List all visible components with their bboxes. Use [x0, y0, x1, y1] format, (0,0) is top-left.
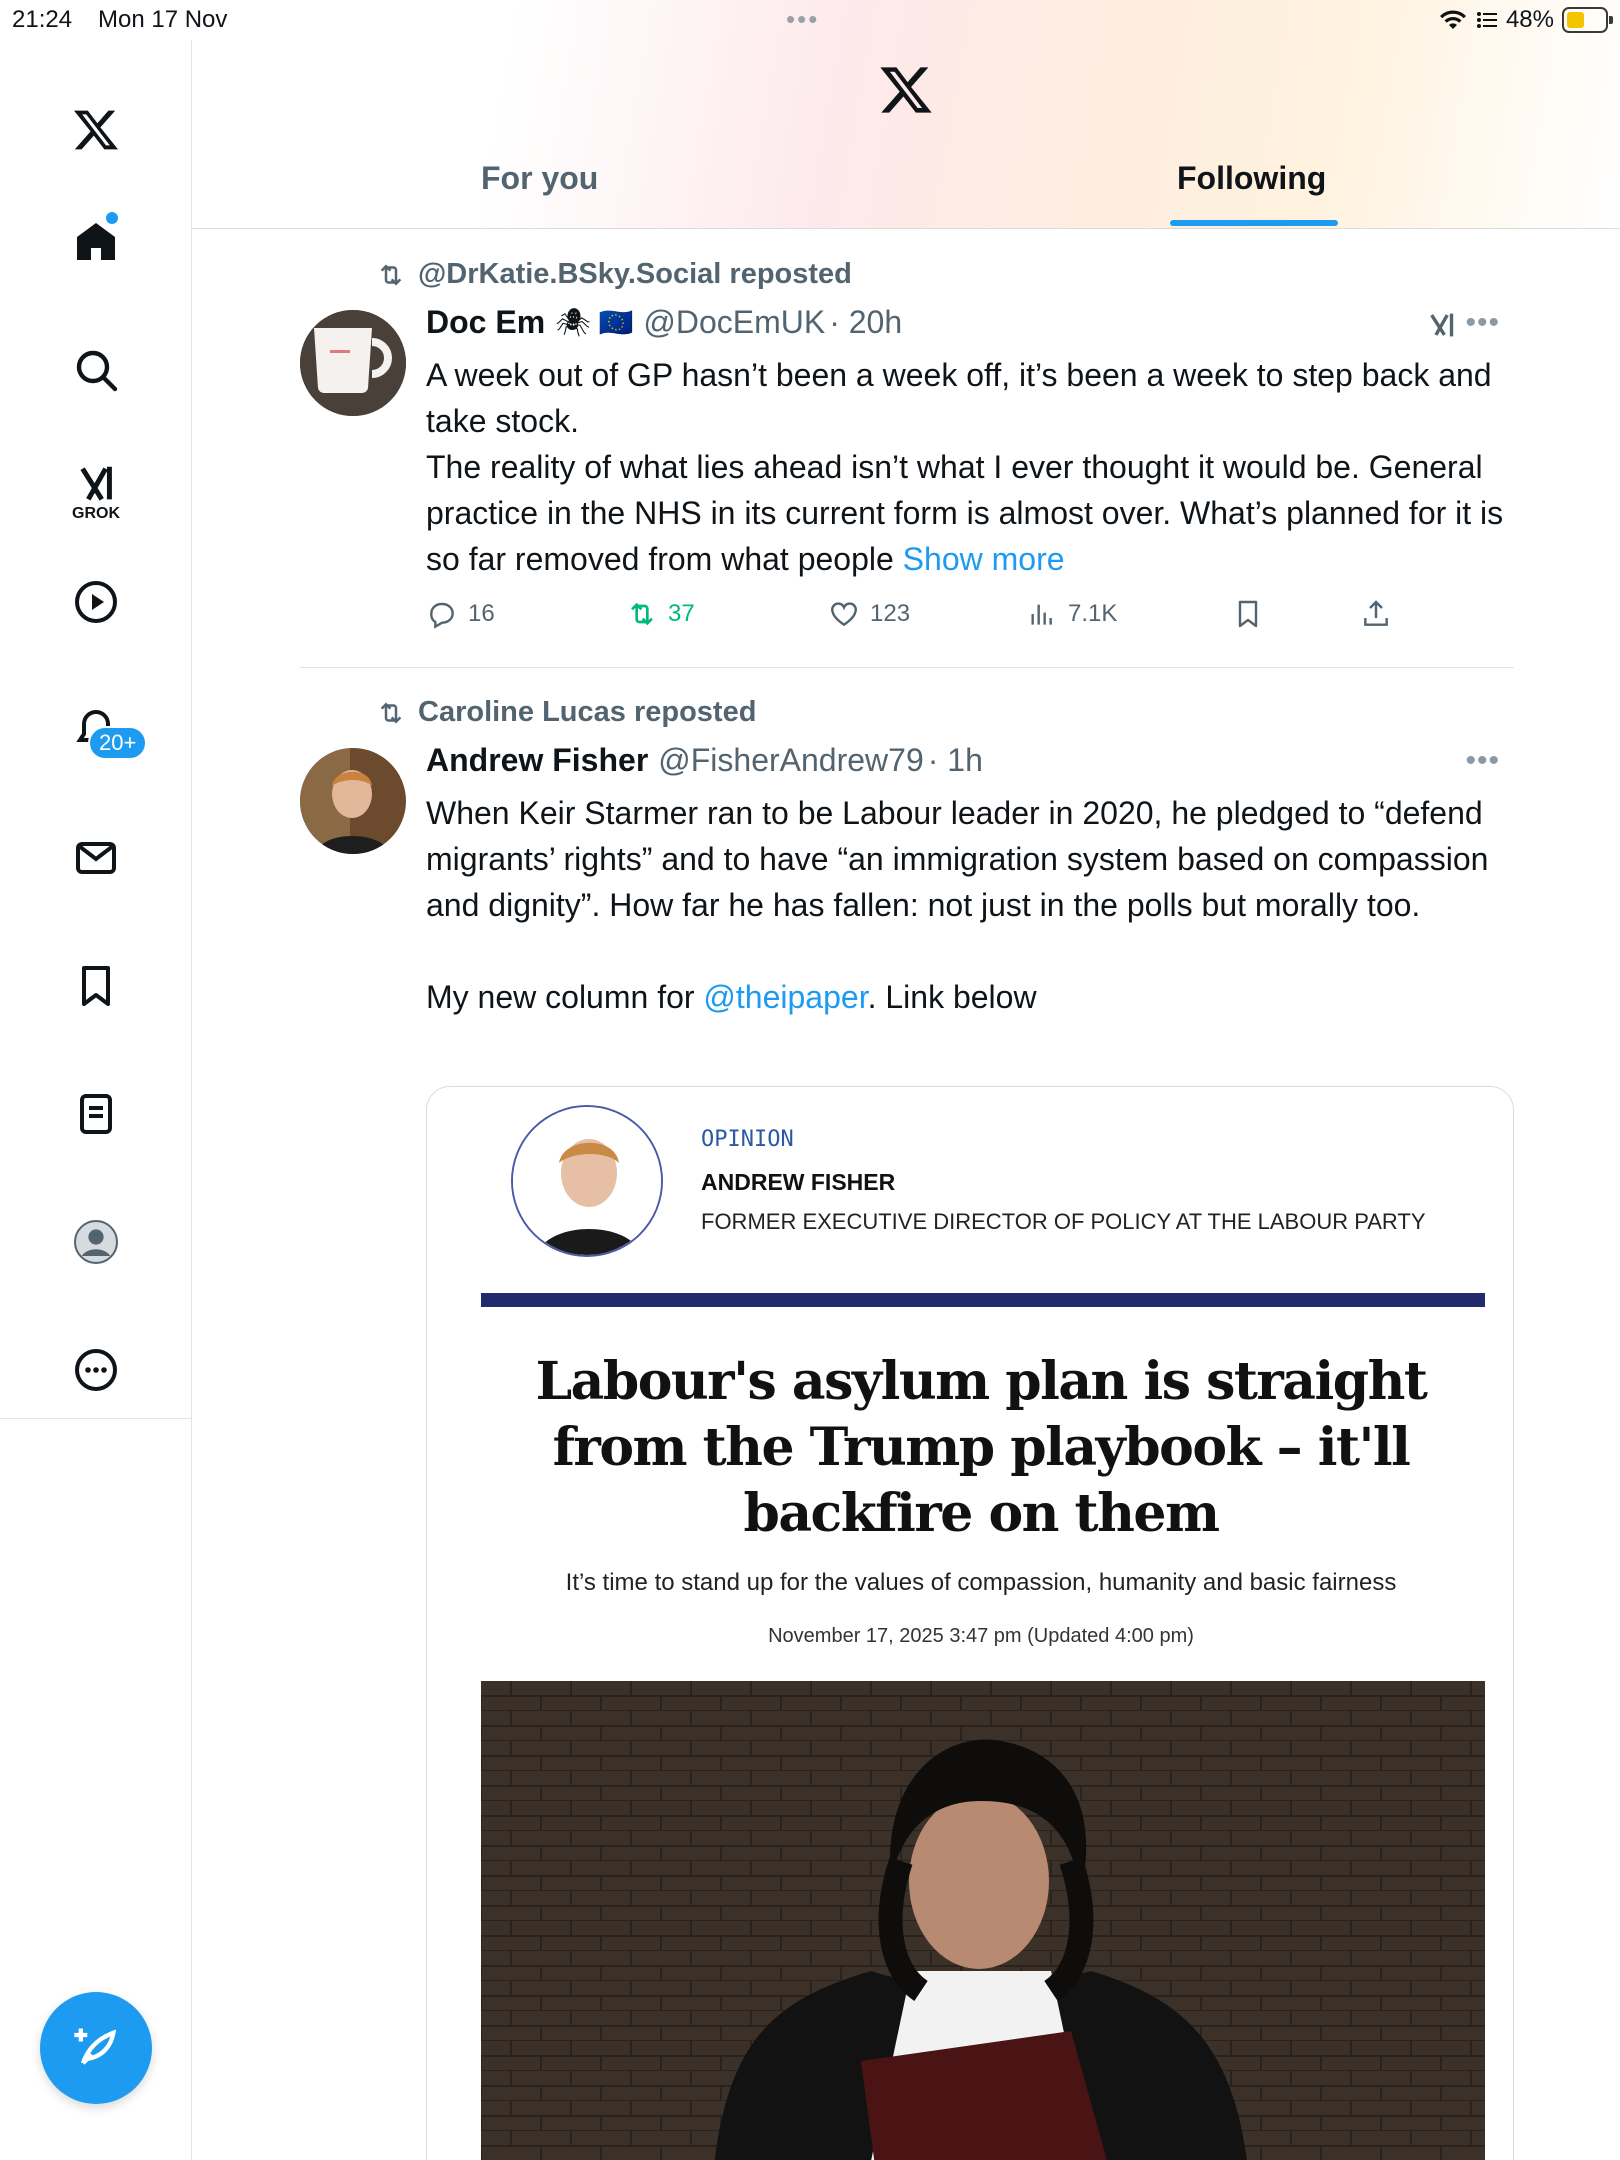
article-dateline: November 17, 2025 3:47 pm (Updated 4:00 … — [768, 1625, 1194, 1647]
compose-post-button[interactable] — [40, 1992, 152, 2104]
repost-icon — [380, 701, 402, 724]
wifi-icon — [1439, 10, 1466, 29]
tweet-divider — [300, 667, 1514, 668]
more-options-icon[interactable]: ••• — [1465, 744, 1500, 778]
grok-explain-icon[interactable] — [1426, 308, 1460, 342]
grok-icon[interactable]: GROK — [56, 452, 136, 532]
article-headline: Labour's asylum plan is straight from th… — [535, 1351, 1428, 1544]
author-name-emoji: 🕷 🇪🇺 — [555, 307, 634, 338]
article-kicker: OPINION — [701, 1127, 794, 1152]
tweet-text-line: . Link below — [867, 979, 1037, 1015]
sidebar-divider — [0, 1418, 192, 1419]
tweet-text-line: My new column for — [426, 979, 704, 1015]
tweet-header: Doc Em 🕷 🇪🇺 @DocEmUK · 20h — [426, 304, 902, 341]
like-count: 123 — [870, 600, 911, 627]
tweet-text-paragraph: The reality of what lies ahead isn’t wha… — [426, 444, 1516, 582]
post-time[interactable]: · 1h — [928, 742, 983, 779]
author-photo — [511, 1105, 663, 1257]
more-options-icon[interactable]: ••• — [1465, 306, 1500, 340]
author-handle[interactable]: @DocEmUK — [643, 304, 825, 341]
more-options-icon[interactable] — [56, 1330, 136, 1410]
show-more-link[interactable]: Show more — [903, 541, 1065, 577]
grok-label: GROK — [72, 505, 120, 522]
like-button[interactable]: 123 — [828, 598, 910, 630]
reply-button[interactable]: 16 — [426, 598, 495, 630]
status-bar: 21:24 Mon 17 Nov ••• 48% — [0, 0, 1620, 40]
reply-count: 16 — [468, 600, 495, 627]
tab-following[interactable]: Following — [1177, 160, 1326, 197]
repost-icon — [631, 602, 653, 626]
repost-button[interactable]: 37 — [626, 598, 695, 630]
status-date: Mon 17 Nov — [98, 6, 228, 33]
repost-indicator: Caroline Lucas reposted — [376, 696, 756, 729]
article-photo — [481, 1681, 1485, 2160]
post-time[interactable]: · 20h — [829, 304, 902, 341]
compose-feather-icon — [74, 2028, 117, 2065]
article-divider-bar — [481, 1293, 1485, 1307]
heart-icon — [831, 602, 857, 627]
author-name[interactable]: Doc Em — [426, 304, 545, 341]
tweet-header: Andrew Fisher @FisherAndrew79 · 1h — [426, 742, 983, 779]
status-time: 21:24 — [12, 6, 73, 33]
tweet-text-paragraph: My new column for @theipaper. Link below — [426, 974, 1516, 1020]
tweet-text: When Keir Starmer ran to be Labour leade… — [426, 790, 1516, 1020]
focus-list-icon — [1476, 12, 1497, 28]
home-icon[interactable] — [56, 202, 136, 282]
reply-icon — [430, 602, 454, 629]
status-indicators: 48% — [1438, 6, 1613, 34]
battery-icon — [1562, 7, 1613, 33]
battery-percent: 48% — [1505, 6, 1554, 33]
profile-avatar-icon[interactable] — [56, 1202, 136, 1282]
bookmarks-icon[interactable] — [56, 946, 136, 1026]
repost-icon — [380, 263, 402, 286]
article-author: ANDREW FISHER — [701, 1169, 896, 1195]
article-standfirst: It’s time to stand up for the values of … — [565, 1569, 1397, 1596]
avatar[interactable] — [300, 748, 406, 854]
tweet-text-paragraph: A week out of GP hasn’t been a week off,… — [426, 357, 1492, 439]
bookmark-button[interactable] — [1232, 598, 1264, 630]
repost-count: 37 — [668, 600, 695, 627]
search-icon[interactable] — [56, 330, 136, 410]
bookmark-icon — [1238, 600, 1258, 628]
notifications-badge: 20+ — [88, 726, 148, 760]
x-logo-icon[interactable] — [56, 90, 136, 170]
share-icon — [1364, 600, 1388, 626]
video-play-icon[interactable] — [56, 562, 136, 642]
x-header-logo-icon[interactable] — [876, 62, 936, 118]
avatar[interactable] — [300, 310, 406, 416]
repost-indicator: @DrKatie.BSky.Social reposted — [376, 258, 852, 291]
timeline-tabs: For you Following — [192, 150, 1512, 228]
tweet-actions: 16 37 123 7.1K — [426, 598, 1426, 638]
article-author-role: FORMER EXECUTIVE DIRECTOR OF POLICY AT T… — [701, 1209, 1426, 1234]
active-tab-indicator — [1170, 220, 1338, 226]
tweet-text-paragraph: When Keir Starmer ran to be Labour leade… — [426, 795, 1489, 923]
tab-for-you[interactable]: For you — [481, 160, 598, 197]
mention-link[interactable]: @theipaper — [703, 979, 867, 1015]
tweet-doc-em[interactable]: @DrKatie.BSky.Social reposted Doc Em 🕷 🇪… — [300, 250, 1514, 660]
author-handle[interactable]: @FisherAndrew79 — [658, 742, 923, 779]
views-chart-icon — [1031, 604, 1052, 625]
author-name[interactable]: Andrew Fisher — [426, 742, 648, 779]
repost-by-label: @DrKatie.BSky.Social reposted — [418, 258, 852, 290]
views-button[interactable]: 7.1K — [1026, 598, 1117, 630]
home-unread-dot — [106, 212, 118, 224]
article-link-card[interactable]: OPINION ANDREW FISHER FORMER EXECUTIVE D… — [426, 1086, 1514, 2160]
share-button[interactable] — [1360, 598, 1392, 630]
views-count: 7.1K — [1068, 600, 1118, 627]
tabs-divider — [192, 228, 1620, 229]
lists-icon[interactable] — [56, 1074, 136, 1154]
tweet-text: A week out of GP hasn’t been a week off,… — [426, 352, 1516, 582]
sidebar: GROK 20+ — [0, 40, 192, 2160]
messages-envelope-icon[interactable] — [56, 818, 136, 898]
multitasking-dots-icon[interactable]: ••• — [786, 4, 819, 35]
repost-by-label: Caroline Lucas reposted — [418, 696, 757, 728]
